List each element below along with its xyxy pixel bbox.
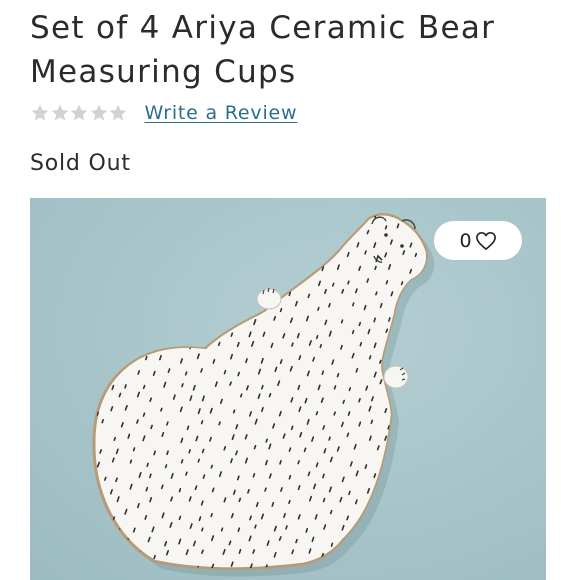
- star-icon: [51, 104, 68, 121]
- rating-row: Write a Review: [30, 99, 297, 127]
- heart-icon: [475, 231, 496, 250]
- favorite-count: 0: [459, 229, 472, 252]
- star-icon: [90, 104, 107, 121]
- product-title: Set of 4 Ariya Ceramic Bear Measuring Cu…: [30, 10, 496, 90]
- availability-status: Sold Out: [30, 151, 131, 176]
- star-rating[interactable]: [30, 103, 128, 123]
- product-image[interactable]: 0: [30, 198, 546, 580]
- star-icon: [109, 104, 127, 121]
- star-icon: [70, 104, 88, 121]
- star-icon: [31, 104, 49, 121]
- write-review-link[interactable]: Write a Review: [145, 102, 298, 124]
- favorite-button[interactable]: 0: [434, 221, 522, 260]
